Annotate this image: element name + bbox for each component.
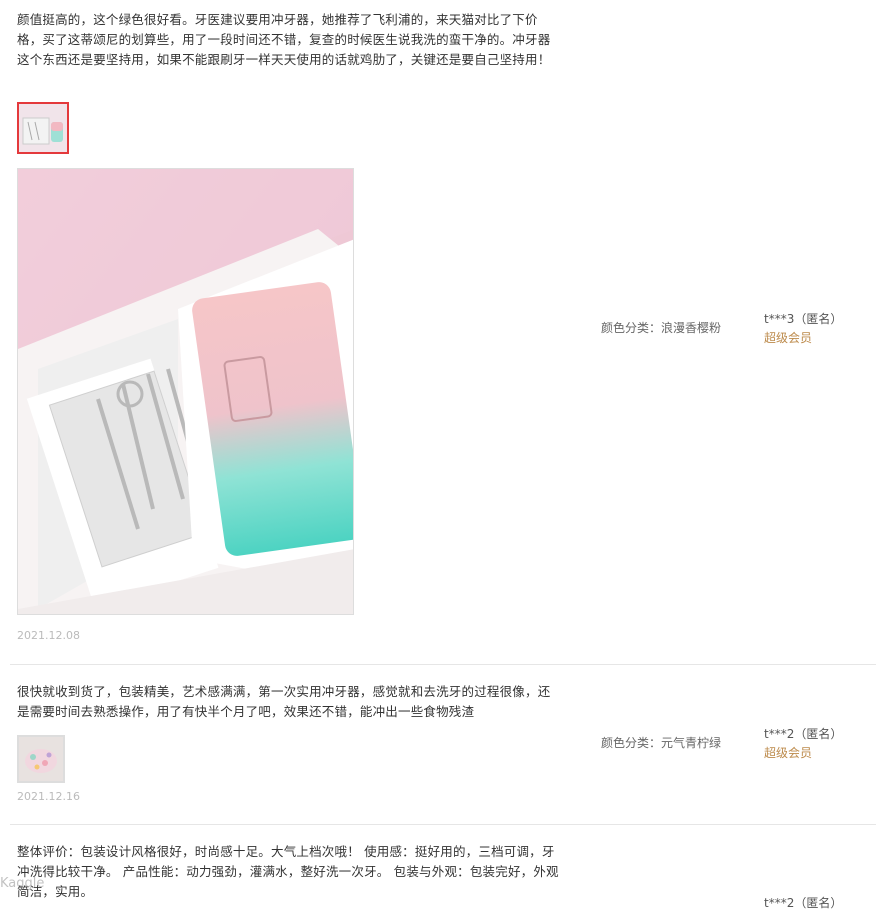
review-text: 整体评价：包装设计风格很好，时尚感十足。大气上档次哦！ 使用感：挺好用的，三档可… bbox=[17, 844, 559, 899]
review-text: 很快就收到货了，包装精美，艺术感满满，第一次实用冲牙器，感觉就和去洗牙的过程很像… bbox=[17, 684, 551, 719]
thumbnail-image-icon bbox=[19, 104, 67, 152]
user-name: t***2（匿名） bbox=[764, 727, 843, 741]
user-name: t***2（匿名） bbox=[764, 896, 843, 910]
review-date: 2021.12.08 bbox=[17, 629, 80, 642]
review-user: t***2（匿名） 超级会员 bbox=[764, 725, 842, 763]
review-divider bbox=[10, 824, 876, 825]
review-divider bbox=[10, 664, 876, 665]
user-name: t***3（匿名） bbox=[764, 312, 843, 326]
review-sku: 颜色分类：元气青柠绿 bbox=[601, 736, 722, 750]
thumbnail-image-icon bbox=[19, 737, 63, 781]
review-text: 颜值挺高的，这个绿色很好看。牙医建议要用冲牙器，她推荐了飞利浦的，来天猫对比了下… bbox=[17, 12, 551, 67]
watermark: Kaggle bbox=[0, 876, 45, 891]
review-sku: 颜色分类：浪漫香樱粉 bbox=[601, 321, 722, 335]
review-photo-large[interactable] bbox=[17, 168, 354, 615]
member-badge: 超级会员 bbox=[764, 331, 813, 345]
product-box-image-icon bbox=[18, 169, 353, 614]
review-user: t***3（匿名） 超级会员 bbox=[764, 310, 842, 348]
member-badge: 超级会员 bbox=[764, 746, 813, 760]
review-photo-thumbnail[interactable] bbox=[17, 102, 69, 154]
review-date: 2021.12.16 bbox=[17, 790, 80, 803]
review-photo-thumbnail[interactable] bbox=[17, 735, 65, 783]
